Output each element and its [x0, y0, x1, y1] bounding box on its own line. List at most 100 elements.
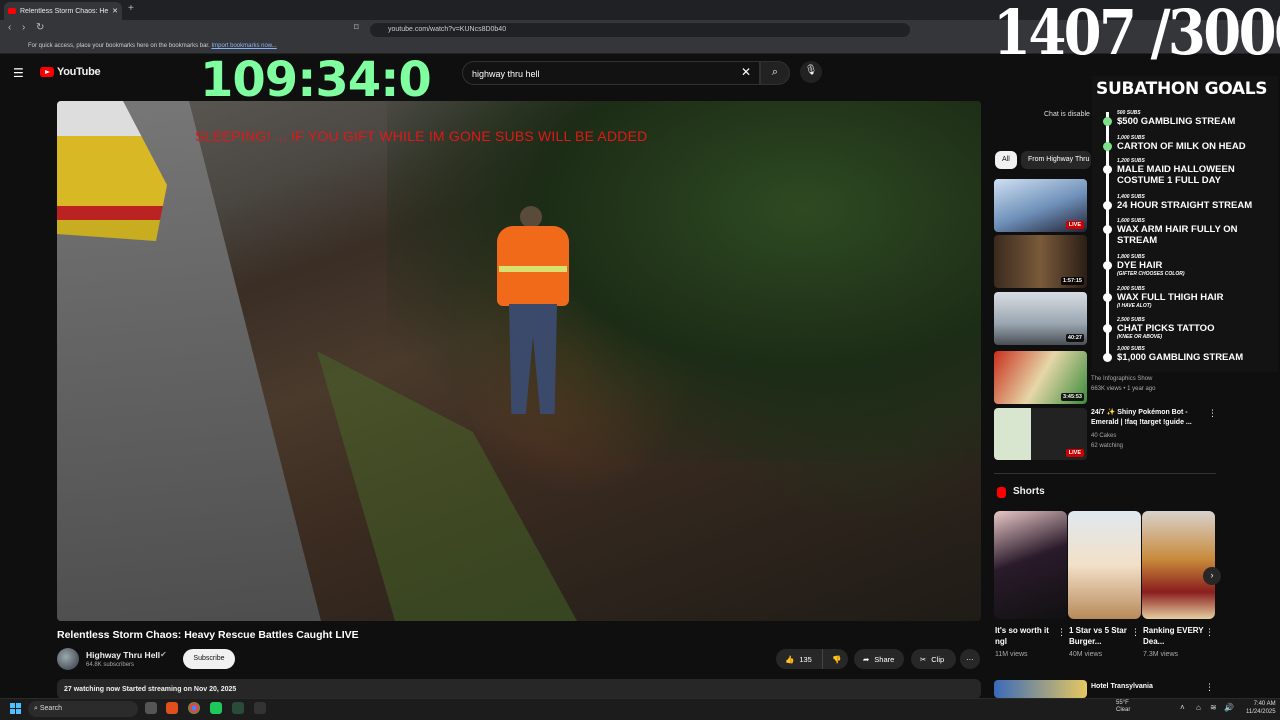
related-channel[interactable]: 40 Cakes: [1091, 433, 1116, 439]
short-title[interactable]: Ranking EVERY Dea...: [1143, 625, 1209, 647]
goal-label: $500 GAMBLING STREAM: [1117, 116, 1236, 127]
more-options-icon[interactable]: ⋮: [1208, 408, 1217, 419]
reload-icon[interactable]: ↻: [36, 22, 44, 33]
import-bookmarks-link[interactable]: Import bookmarks now...: [211, 43, 276, 49]
related-video-title[interactable]: Hotel Transylvania: [1091, 682, 1153, 692]
goal-label: 24 HOUR STRAIGHT STREAM: [1117, 200, 1253, 211]
windows-start-icon[interactable]: [10, 703, 21, 714]
close-tab-icon[interactable]: ✕: [112, 7, 118, 15]
like-count: 135: [799, 654, 812, 664]
chevron-right-icon[interactable]: ›: [1203, 567, 1221, 585]
live-badge: LIVE: [1065, 449, 1084, 457]
taskbar-search[interactable]: ⌕ Search: [28, 701, 138, 717]
related-views: 663K views • 1 year ago: [1091, 386, 1156, 392]
app-icon[interactable]: [232, 702, 244, 714]
clip-label: Clip: [931, 654, 945, 664]
chevron-up-icon[interactable]: ˄: [1180, 703, 1185, 712]
related-video-thumbnail[interactable]: [994, 680, 1087, 698]
search-button[interactable]: ⌕: [760, 61, 790, 85]
app-icon[interactable]: [210, 702, 222, 714]
wifi-icon[interactable]: ≋: [1210, 703, 1217, 712]
like-button[interactable]: 👍 135: [776, 649, 822, 669]
new-tab-button[interactable]: +: [128, 3, 134, 14]
youtube-play-icon: [40, 67, 54, 77]
subscribe-button[interactable]: Subscribe: [183, 649, 235, 669]
goal-label: CHAT PICKS TATTOO: [1117, 323, 1215, 334]
video-title: Relentless Storm Chaos: Heavy Rescue Bat…: [57, 629, 359, 641]
chip-from-channel[interactable]: From Highway Thru Hell: [1021, 151, 1091, 169]
channel-name[interactable]: Highway Thru Hell: [86, 650, 160, 660]
search-input[interactable]: highway thru hell: [462, 61, 760, 85]
weather-widget[interactable]: 55°F Clear: [1100, 700, 1130, 714]
short-title[interactable]: It's so worth it ngl: [995, 625, 1061, 647]
bookmark-icon[interactable]: ⌑: [354, 22, 359, 33]
clock[interactable]: 7:40 AM 11/24/2025: [1246, 700, 1276, 716]
goal-label: CARTON OF MILK ON HEAD: [1117, 141, 1246, 152]
hamburger-menu-icon[interactable]: ☰: [13, 66, 24, 80]
short-thumbnail[interactable]: [1142, 511, 1215, 619]
more-options-icon[interactable]: ⋮: [1131, 627, 1140, 638]
tab-title: Relentless Storm Chaos: Heav...: [20, 7, 109, 15]
forward-icon[interactable]: ›: [22, 22, 25, 33]
short-title[interactable]: 1 Star vs 5 Star Burger...: [1069, 625, 1135, 647]
bookmarks-hint: For quick access, place your bookmarks h…: [28, 43, 210, 49]
goal-dot-icon: [1103, 165, 1112, 174]
taskbar-search-label: Search: [39, 705, 63, 712]
divider: [994, 473, 1216, 474]
thumbs-down-icon: 👎: [832, 654, 842, 664]
network-icon[interactable]: ⌂: [1196, 703, 1201, 712]
subscriber-count: 64.8K subscribers: [86, 662, 135, 668]
more-options-icon[interactable]: ⋮: [1205, 627, 1214, 638]
youtube-logo[interactable]: YouTube: [40, 66, 101, 78]
goal-dot-icon: [1103, 201, 1112, 210]
sleeping-overlay-text: SLEEPING! ... IF YOU GIFT WHILE IM GONE …: [195, 128, 648, 144]
goal-note: (I HAVE ALOT): [1117, 303, 1152, 309]
short-views: 7.3M views: [1143, 651, 1179, 658]
volume-icon[interactable]: 🔊: [1224, 703, 1234, 712]
chrome-icon[interactable]: [188, 702, 200, 714]
forest-background: [387, 101, 981, 461]
voice-search-icon[interactable]: 🎙: [800, 61, 822, 83]
more-actions-button[interactable]: ⋯: [960, 649, 980, 669]
share-label: Share: [874, 654, 895, 664]
goal-dot-icon: [1103, 293, 1112, 302]
duration-badge: 1:57:15: [1061, 277, 1084, 285]
worker-figure: [487, 206, 577, 416]
clip-button[interactable]: ✂ Clip: [911, 649, 956, 669]
channel-avatar[interactable]: [57, 648, 79, 670]
back-icon[interactable]: ‹: [8, 22, 11, 33]
subathon-timer: 109:34:0: [200, 52, 432, 108]
share-button[interactable]: ➦ Share: [854, 649, 904, 669]
goal-note: (KNEE OR ABOVE): [1117, 334, 1163, 340]
address-bar[interactable]: youtube.com/watch?v=KUNcs8D0b40: [370, 23, 910, 37]
goal-done-icon: [1103, 142, 1112, 151]
description-box[interactable]: 27 watching now Started streaming on Nov…: [57, 679, 981, 699]
app-icon[interactable]: [254, 702, 266, 714]
related-video-thumbnail[interactable]: LIVE: [994, 408, 1087, 460]
short-thumbnail[interactable]: [994, 511, 1067, 619]
goal-label: DYE HAIR: [1117, 260, 1163, 271]
search-icon: ⌕: [771, 66, 779, 78]
related-video-title[interactable]: 24/7 ✨ Shiny Pokémon Bot - Emerald | !fa…: [1091, 408, 1203, 428]
dislike-button[interactable]: 👎: [822, 649, 848, 669]
related-video-thumbnail[interactable]: LIVE: [994, 179, 1087, 232]
goal-dot-icon: [1103, 261, 1112, 270]
duration-badge: 40:27: [1065, 334, 1084, 342]
temperature: 55°F: [1116, 700, 1129, 706]
short-thumbnail[interactable]: [1068, 511, 1141, 619]
goal-label: WAX FULL THIGH HAIR: [1117, 292, 1224, 303]
related-video-thumbnail[interactable]: 1:57:15: [994, 235, 1087, 288]
chip-all[interactable]: All: [995, 151, 1017, 169]
related-channel[interactable]: The Infographics Show: [1091, 376, 1152, 382]
task-view-icon[interactable]: [145, 702, 157, 714]
video-player[interactable]: SLEEPING! ... IF YOU GIFT WHILE IM GONE …: [57, 101, 981, 621]
browser-tab[interactable]: Relentless Storm Chaos: Heav... ✕: [4, 2, 122, 20]
more-options-icon[interactable]: ⋮: [1205, 682, 1214, 693]
verified-icon: ✔: [160, 650, 167, 659]
clear-search-icon[interactable]: ✕: [741, 65, 751, 79]
more-options-icon[interactable]: ⋮: [1057, 627, 1066, 638]
shorts-icon: [997, 487, 1006, 498]
related-video-thumbnail[interactable]: 3:45:53: [994, 351, 1087, 404]
related-video-thumbnail[interactable]: 40:27: [994, 292, 1087, 345]
brave-browser-icon[interactable]: [166, 702, 178, 714]
